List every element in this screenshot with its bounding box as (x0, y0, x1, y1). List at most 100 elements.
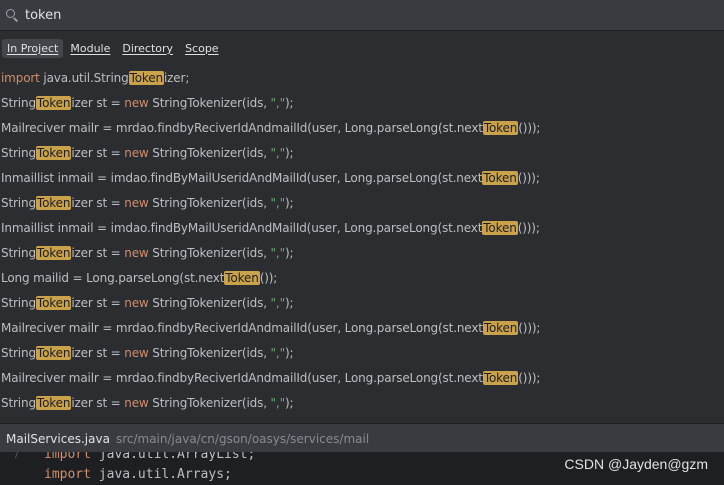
results-list: import java.util.StringTokenizer; StringT… (0, 66, 724, 416)
code-string: "," (270, 196, 286, 210)
code-text: izer; (163, 71, 190, 85)
match-highlight: Token (482, 321, 519, 335)
code-text: Inmaillist inmail = imdao.findByMailUser… (1, 171, 483, 185)
scope-tabs: In Project Module Directory Scope (0, 36, 224, 60)
match-highlight: Token (35, 96, 72, 110)
code-text: java.util.Arrays; (90, 467, 232, 482)
match-highlight: Token (482, 121, 519, 135)
code-text: ); (284, 196, 294, 210)
code-text: izer st = (71, 346, 125, 360)
result-row[interactable]: StringTokenizer st = new StringTokenizer… (0, 341, 724, 366)
code-text: ())); (518, 371, 541, 385)
line-number: 7 (12, 452, 20, 461)
result-row[interactable]: StringTokenizer st = new StringTokenizer… (0, 241, 724, 266)
tab-directory[interactable]: Directory (117, 39, 178, 58)
match-highlight: Token (35, 396, 72, 410)
code-string: "," (270, 146, 286, 160)
code-text: izer st = (71, 146, 125, 160)
code-text: String (1, 196, 36, 210)
code-text: StringTokenizer(ids, (152, 246, 271, 260)
match-highlight: Token (128, 71, 164, 85)
code-text: ); (284, 296, 294, 310)
code-text: Inmaillist inmail = imdao.findByMailUser… (1, 221, 483, 235)
code-text: String (1, 396, 36, 410)
result-row[interactable]: StringTokenizer st = new StringTokenizer… (0, 91, 724, 116)
tab-module[interactable]: Module (65, 39, 115, 58)
match-highlight: Token (224, 271, 260, 285)
match-highlight: Token (482, 371, 519, 385)
code-keyword: import (44, 452, 91, 462)
match-highlight: Token (35, 146, 72, 160)
code-string: "," (270, 346, 286, 360)
match-highlight: Token (35, 246, 72, 260)
result-row[interactable]: Inmaillist inmail = imdao.findByMailUser… (0, 216, 724, 241)
code-text: StringTokenizer(ids, (152, 396, 271, 410)
code-string: "," (270, 96, 286, 110)
code-text: StringTokenizer(ids, (152, 196, 271, 210)
code-keyword: new (124, 346, 153, 360)
file-directory: src/main/java/cn/gson/oasys/services/mai… (115, 431, 370, 446)
tab-scope[interactable]: Scope (180, 39, 224, 58)
tab-in-project[interactable]: In Project (2, 38, 64, 58)
code-text: String (1, 146, 36, 160)
code-text: Mailreciver mailr = mrdao.findbyReciverI… (1, 121, 483, 135)
find-in-files-popup: In Project Module Directory Scope import… (0, 0, 724, 453)
code-text: ())); (517, 171, 540, 185)
match-highlight: Token (482, 171, 518, 185)
result-row[interactable]: import java.util.StringTokenizer; (0, 66, 724, 91)
code-text: Mailreciver mailr = mrdao.findbyReciverI… (1, 371, 483, 385)
match-highlight: Token (482, 221, 518, 235)
code-text: Mailreciver mailr = mrdao.findbyReciverI… (1, 321, 483, 335)
code-text: ); (284, 246, 294, 260)
code-text: String (1, 346, 36, 360)
code-text: ()); (259, 271, 278, 285)
code-text: String (1, 246, 36, 260)
code-string: "," (270, 246, 286, 260)
match-highlight: Token (35, 346, 72, 360)
result-row[interactable]: StringTokenizer st = new StringTokenizer… (0, 391, 724, 416)
search-input[interactable] (25, 7, 685, 23)
result-row[interactable]: Mailreciver mailr = mrdao.findbyReciverI… (0, 366, 724, 391)
code-text: ); (284, 96, 294, 110)
code-text: ); (284, 396, 294, 410)
code-text: izer st = (71, 246, 125, 260)
result-row[interactable]: Long mailid = Long.parseLong(st.nextToke… (0, 266, 724, 291)
code-text: String (1, 296, 36, 310)
code-keyword: new (124, 396, 153, 410)
result-row[interactable]: StringTokenizer st = new StringTokenizer… (0, 291, 724, 316)
file-name: MailServices.java (6, 431, 110, 446)
code-text: ); (284, 346, 294, 360)
result-row[interactable]: Mailreciver mailr = mrdao.findbyReciverI… (0, 116, 724, 141)
code-keyword: new (124, 296, 153, 310)
code-text: ())); (518, 121, 541, 135)
code-text: ())); (517, 221, 540, 235)
code-keyword: new (124, 96, 153, 110)
code-text: String (1, 96, 36, 110)
result-row[interactable]: Inmaillist inmail = imdao.findByMailUser… (0, 166, 724, 191)
code-text: java.util.ArrayList; (90, 452, 256, 462)
code-keyword: new (124, 146, 153, 160)
result-row[interactable]: StringTokenizer st = new StringTokenizer… (0, 191, 724, 216)
file-path-bar: MailServices.java src/main/java/cn/gson/… (0, 423, 724, 453)
code-string: "," (270, 396, 286, 410)
code-text: StringTokenizer(ids, (152, 296, 271, 310)
code-text: izer st = (71, 96, 125, 110)
match-highlight: Token (35, 196, 72, 210)
result-row[interactable]: Mailreciver mailr = mrdao.findbyReciverI… (0, 316, 724, 341)
code-keyword: new (124, 196, 153, 210)
match-highlight: Token (35, 296, 72, 310)
code-text: izer st = (71, 296, 125, 310)
watermark: CSDN @Jayden@gzm (564, 456, 708, 472)
code-text: ())); (518, 321, 541, 335)
code-keyword: import (1, 71, 44, 85)
code-string: "," (270, 296, 286, 310)
code-text: StringTokenizer(ids, (152, 346, 271, 360)
code-keyword: import (44, 467, 91, 482)
code-text: izer st = (71, 196, 125, 210)
code-text: StringTokenizer(ids, (152, 96, 271, 110)
code-text: Long mailid = Long.parseLong(st.next (1, 271, 225, 285)
code-text: ); (284, 146, 294, 160)
code-text: java.util.String (43, 71, 129, 85)
result-row[interactable]: StringTokenizer st = new StringTokenizer… (0, 141, 724, 166)
code-text: StringTokenizer(ids, (152, 146, 271, 160)
